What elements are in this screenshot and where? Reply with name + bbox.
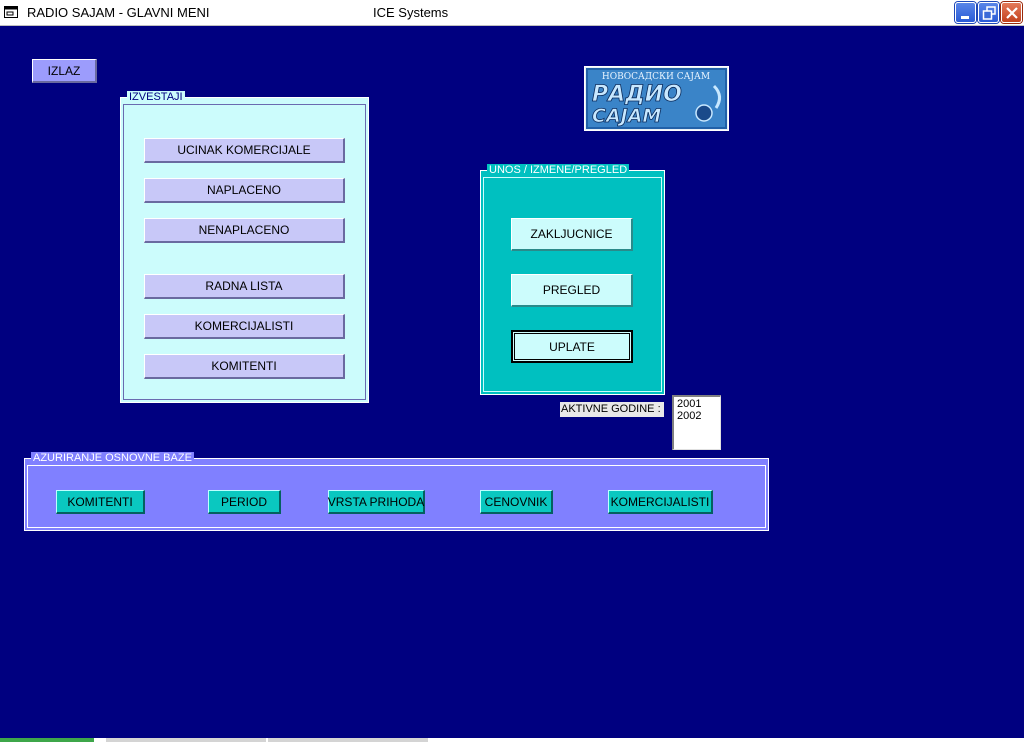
start-button[interactable] (0, 738, 94, 742)
komercijalisti-report-button[interactable]: KOMERCIJALISTI (144, 314, 345, 339)
title-bar: RADIO SAJAM - GLAVNI MENI ICE Systems (0, 0, 1024, 26)
aktivne-godine-listbox[interactable]: 2001 2002 (672, 395, 721, 450)
radna-lista-button[interactable]: RADNA LISTA (144, 274, 345, 299)
izlaz-button[interactable]: IZLAZ (32, 59, 97, 83)
logo-line2: РАДИО (592, 82, 682, 107)
uplate-button[interactable]: UPLATE (511, 330, 633, 363)
restore-button[interactable] (978, 2, 999, 23)
aktivne-godine-label: AKTIVNE GODINE : (560, 402, 664, 417)
komitenti-button[interactable]: KOMITENTI (56, 490, 145, 514)
cenovnik-button[interactable]: CENOVNIK (480, 490, 553, 514)
window-subtitle: ICE Systems (373, 5, 449, 20)
year-option[interactable]: 2001 (677, 398, 717, 410)
app-icon[interactable] (4, 6, 18, 18)
pregled-button[interactable]: PREGLED (511, 274, 633, 307)
unos-legend: UNOS / IZMENE/PREGLED (487, 164, 630, 176)
azuriranje-legend: AZURIRANJE OSNOVNE BAZE (31, 452, 194, 464)
vrsta-prihoda-button[interactable]: VRSTA PRIHODA (328, 490, 425, 514)
minimize-icon (961, 16, 969, 19)
izvestaji-legend: IZVESTAJI (127, 91, 185, 103)
logo-line1: НОВОСАДСКИ САЈАМ (602, 72, 710, 82)
zakljucnice-button[interactable]: ZAKLJUCNICE (511, 218, 633, 251)
close-button[interactable] (1001, 2, 1022, 23)
ucinak-komercijale-button[interactable]: UCINAK KOMERCIJALE (144, 138, 345, 163)
close-icon (1006, 7, 1018, 19)
minimize-button[interactable] (955, 2, 976, 23)
restore-icon (982, 6, 996, 20)
music-note-icon (695, 104, 713, 122)
year-option[interactable]: 2002 (677, 410, 717, 422)
taskbar-item[interactable] (106, 738, 266, 742)
taskbar-item[interactable] (268, 738, 428, 742)
naplaceno-button[interactable]: NAPLACENO (144, 178, 345, 203)
logo-line3: САЈАМ (592, 105, 661, 127)
period-button[interactable]: PERIOD (208, 490, 281, 514)
nenaplaceno-button[interactable]: NENAPLACENO (144, 218, 345, 243)
window-title: RADIO SAJAM - GLAVNI MENI (27, 5, 210, 20)
radio-sajam-logo: НОВОСАДСКИ САЈАМ РАДИО САЈАМ (584, 66, 729, 131)
komitenti-report-button[interactable]: KOMITENTI (144, 354, 345, 379)
taskbar (0, 738, 1024, 742)
komercijalisti-button[interactable]: KOMERCIJALISTI (608, 490, 713, 514)
